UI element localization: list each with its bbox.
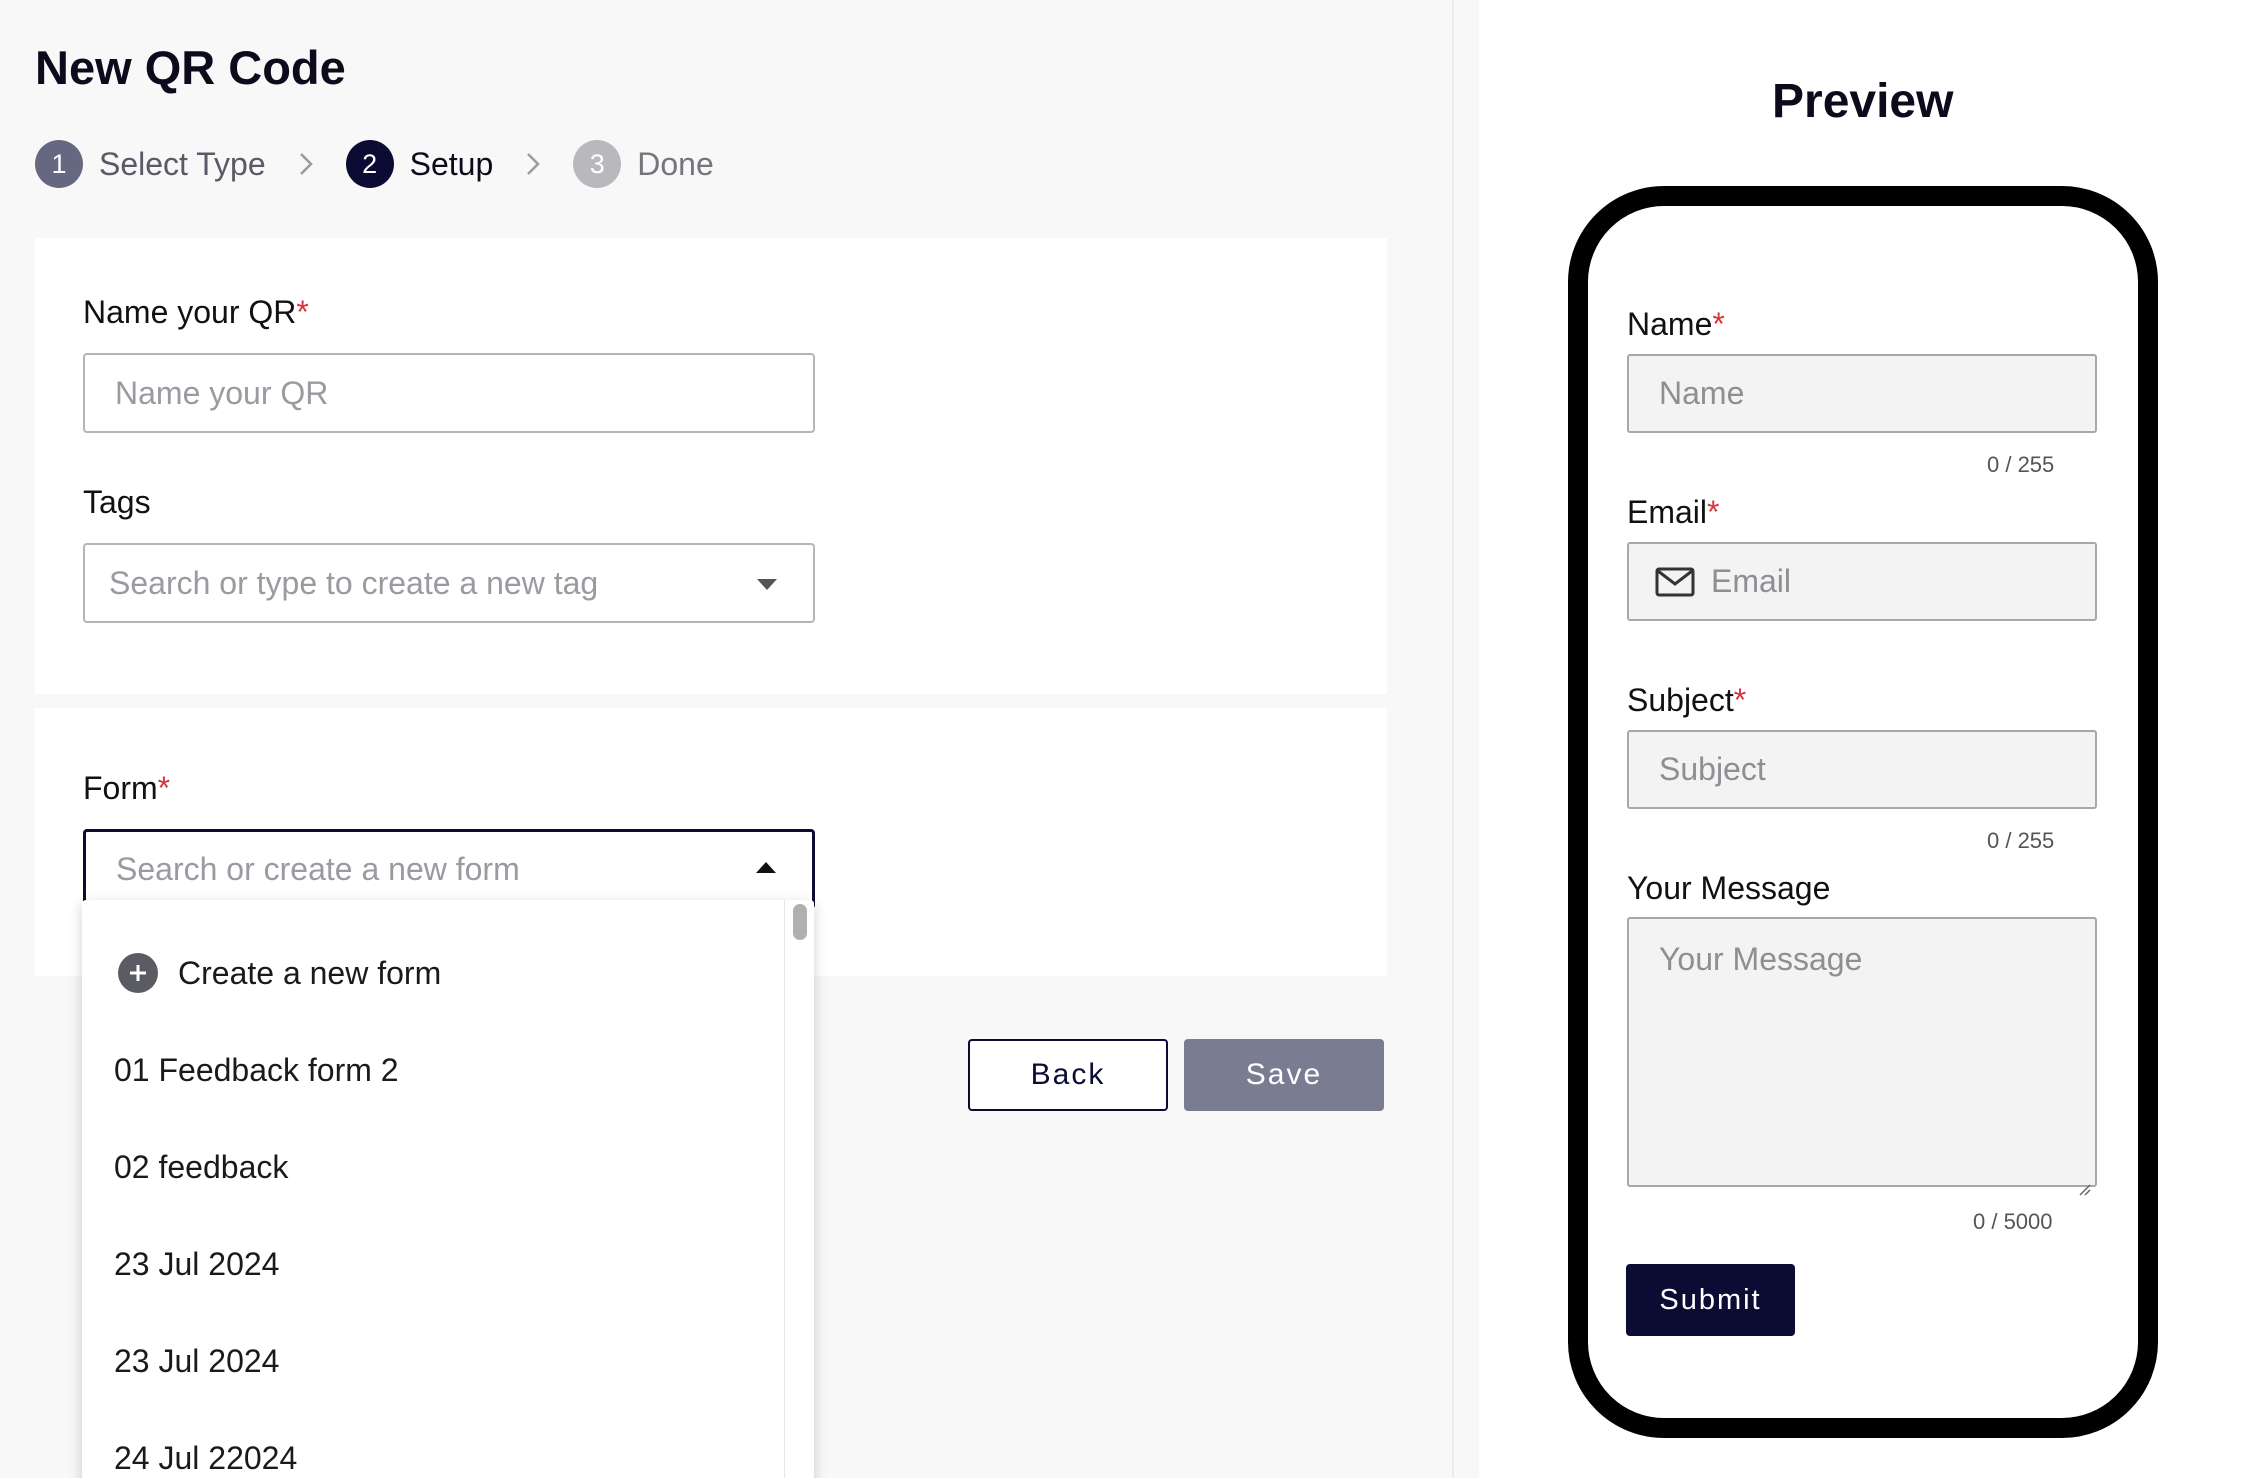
plus-icon bbox=[118, 953, 158, 993]
preview-email-input[interactable]: Email bbox=[1627, 542, 2097, 621]
form-field-label: Form* bbox=[83, 770, 171, 806]
preview-name-input[interactable]: Name bbox=[1627, 354, 2097, 433]
required-marker: * bbox=[1707, 494, 1720, 530]
required-marker: * bbox=[1712, 306, 1725, 342]
setup-panel: New QR Code 1 Select Type 2 Setup 3 Done… bbox=[0, 0, 1452, 1478]
preview-subject-input[interactable]: Subject bbox=[1627, 730, 2097, 809]
mail-icon bbox=[1655, 566, 1695, 598]
chevron-right-icon bbox=[493, 152, 573, 176]
preview-subject-label: Subject* bbox=[1627, 682, 1747, 718]
tags-field-label: Tags bbox=[83, 484, 151, 520]
scrollbar-thumb[interactable] bbox=[793, 904, 807, 940]
preview-message-placeholder: Your Message bbox=[1659, 941, 1863, 977]
required-marker: * bbox=[296, 294, 309, 330]
required-marker: * bbox=[1733, 682, 1747, 718]
name-field-label: Name your QR* bbox=[83, 294, 309, 330]
preview-submit-button[interactable]: Submit bbox=[1626, 1264, 1795, 1336]
caret-up-icon bbox=[756, 862, 776, 873]
panel-divider bbox=[1452, 0, 1479, 1478]
form-option[interactable]: 24 Jul 22024 bbox=[114, 1428, 297, 1478]
back-button[interactable]: Back bbox=[968, 1039, 1168, 1111]
step-label: Done bbox=[637, 145, 714, 182]
preview-message-counter: 0 / 5000 bbox=[1973, 1209, 2053, 1234]
preview-email-placeholder: Email bbox=[1711, 563, 1792, 599]
resize-grip-icon[interactable] bbox=[2077, 1167, 2091, 1196]
preview-name-counter: 0 / 255 bbox=[1987, 452, 2055, 477]
step-number: 1 bbox=[35, 140, 83, 188]
preview-subject-counter: 0 / 255 bbox=[1987, 828, 2055, 853]
dropdown-scrollbar[interactable] bbox=[784, 900, 814, 1478]
create-new-form-label: Create a new form bbox=[178, 954, 442, 991]
chevron-right-icon bbox=[266, 152, 346, 176]
preview-email-label: Email* bbox=[1627, 494, 1720, 530]
form-option[interactable]: 23 Jul 2024 bbox=[114, 1234, 279, 1294]
required-marker: * bbox=[157, 770, 171, 806]
form-placeholder: Search or create a new form bbox=[116, 850, 520, 887]
preview-subject-placeholder: Subject bbox=[1659, 751, 1766, 787]
qr-name-input[interactable]: Name your QR bbox=[83, 353, 815, 433]
tags-select[interactable]: Search or type to create a new tag bbox=[83, 543, 815, 623]
preview-message-textarea[interactable]: Your Message bbox=[1627, 917, 2097, 1196]
stepper: 1 Select Type 2 Setup 3 Done bbox=[35, 140, 714, 188]
form-option[interactable]: 23 Jul 2024 bbox=[114, 1331, 279, 1391]
caret-down-icon bbox=[757, 579, 777, 590]
step-setup: 2 Setup bbox=[345, 140, 494, 188]
tags-placeholder: Search or type to create a new tag bbox=[109, 564, 599, 601]
form-option[interactable]: 02 feedback bbox=[114, 1137, 288, 1197]
preview-title: Preview bbox=[1772, 75, 1954, 128]
page-title: New QR Code bbox=[35, 41, 346, 94]
step-label: Select Type bbox=[99, 145, 266, 182]
preview-name-placeholder: Name bbox=[1659, 375, 1745, 411]
step-label: Setup bbox=[409, 145, 494, 182]
step-select-type[interactable]: 1 Select Type bbox=[35, 140, 266, 188]
step-number: 2 bbox=[345, 140, 394, 188]
preview-message-label: Your Message bbox=[1627, 870, 1831, 906]
form-option[interactable]: 01 Feedback form 2 bbox=[114, 1040, 399, 1100]
qr-name-placeholder: Name your QR bbox=[115, 374, 329, 411]
preview-name-label: Name* bbox=[1627, 306, 1725, 342]
create-new-form-option[interactable]: Create a new form bbox=[114, 943, 441, 1003]
form-dropdown-menu: Create a new form 01 Feedback form 2 02 … bbox=[82, 900, 814, 1478]
save-button[interactable]: Save bbox=[1184, 1039, 1384, 1111]
step-done: 3 Done bbox=[573, 140, 714, 188]
step-number: 3 bbox=[573, 140, 622, 188]
form-select[interactable]: Search or create a new form bbox=[83, 829, 815, 909]
